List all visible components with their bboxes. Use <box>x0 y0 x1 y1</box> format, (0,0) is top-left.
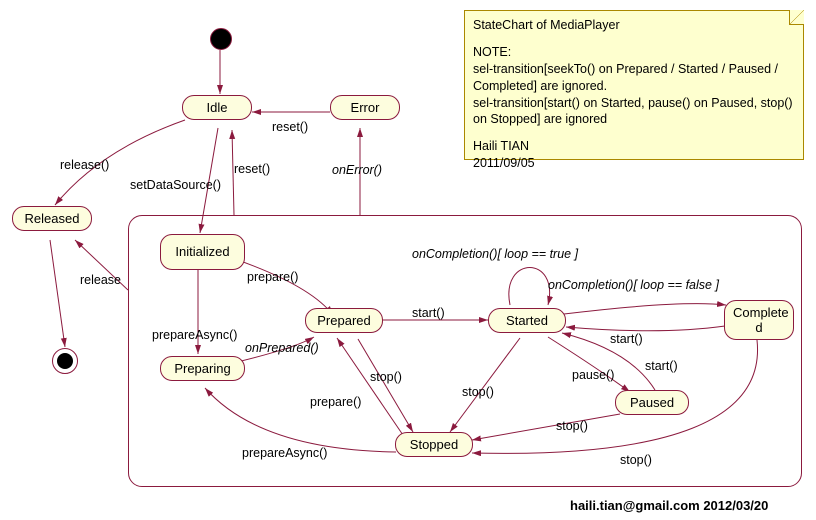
final-pseudostate <box>52 348 78 374</box>
label-prepareasync2: prepareAsync() <box>242 446 327 460</box>
label-stop2: stop() <box>462 385 494 399</box>
state-idle: Idle <box>182 95 252 120</box>
state-stopped: Stopped <box>395 432 473 457</box>
label-reset2: reset() <box>234 162 270 176</box>
state-prepared: Prepared <box>305 308 383 333</box>
label-stop4: stop() <box>620 453 652 467</box>
label-prepareasync1: prepareAsync() <box>152 328 237 342</box>
label-prepare2: prepare() <box>310 395 361 409</box>
label-setdatasource: setDataSource() <box>130 178 221 192</box>
state-preparing: Preparing <box>160 356 245 381</box>
state-started: Started <box>488 308 566 333</box>
note-title: StateChart of MediaPlayer <box>473 17 795 34</box>
label-onerror: onError() <box>332 163 382 177</box>
state-error: Error <box>330 95 400 120</box>
note-line1: sel-transition[seekTo() on Prepared / St… <box>473 61 795 95</box>
label-prepare1: prepare() <box>247 270 298 284</box>
state-released: Released <box>12 206 92 231</box>
note-line2: sel-transition[start() on Started, pause… <box>473 95 795 129</box>
state-completed: Complete d <box>724 300 794 340</box>
label-release-short: release <box>80 273 121 287</box>
note-date: 2011/09/05 <box>473 155 795 172</box>
label-oncomp-true: onCompletion()[ loop == true ] <box>412 247 578 261</box>
initial-pseudostate <box>210 28 232 50</box>
label-onprepared: onPrepared() <box>245 341 319 355</box>
label-reset1: reset() <box>272 120 308 134</box>
label-oncomp-false: onCompletion()[ loop == false ] <box>548 278 719 292</box>
label-stop1: stop() <box>370 370 402 384</box>
label-stop3: stop() <box>556 419 588 433</box>
state-paused: Paused <box>615 390 689 415</box>
note-header: NOTE: <box>473 44 795 61</box>
label-release: release() <box>60 158 109 172</box>
footer-text: haili.tian@gmail.com 2012/03/20 <box>570 498 768 513</box>
note-author: Haili TIAN <box>473 138 795 155</box>
label-start2: start() <box>610 332 643 346</box>
label-start1: start() <box>412 306 445 320</box>
label-pause: pause() <box>572 368 614 382</box>
note-fold-icon <box>789 10 804 25</box>
label-start3: start() <box>645 359 678 373</box>
note-box: StateChart of MediaPlayer NOTE: sel-tran… <box>464 10 804 160</box>
state-initialized: Initialized <box>160 234 245 270</box>
